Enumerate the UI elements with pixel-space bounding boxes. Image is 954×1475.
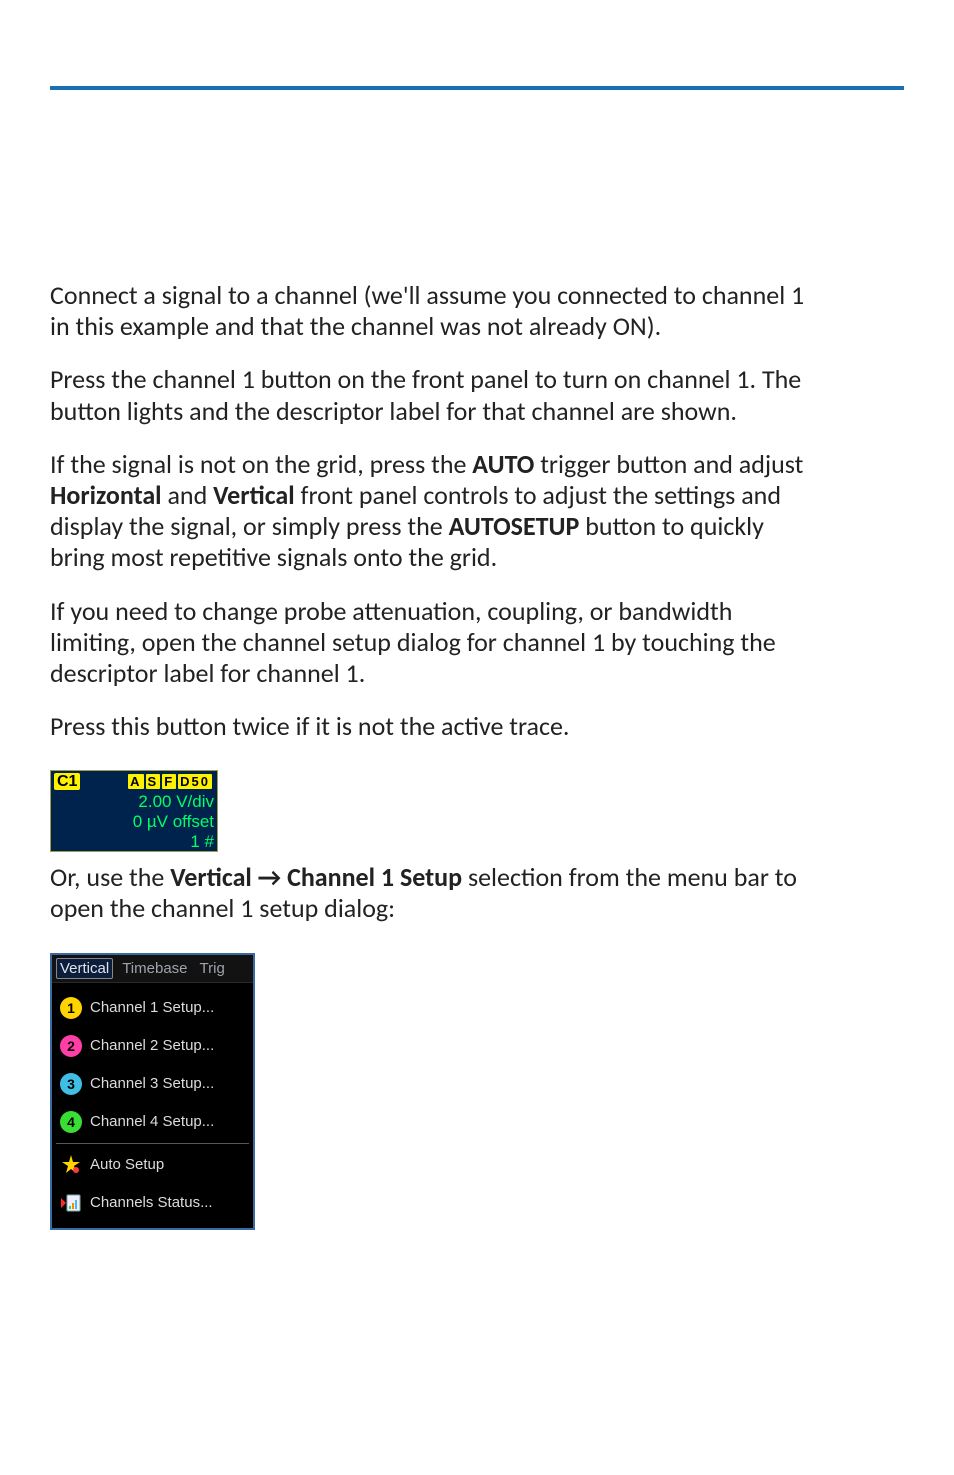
descriptor-row-top: C1 ASFD50 xyxy=(51,771,217,791)
text: If the signal is not on the grid, press … xyxy=(50,448,472,480)
menu-item-label: Auto Setup xyxy=(90,1156,164,1173)
descriptor-hash: 1 # xyxy=(190,832,214,851)
channel-chip: C1 xyxy=(54,773,80,790)
header-accent-bar xyxy=(50,86,904,90)
menu-item-label: Channels Status... xyxy=(90,1194,213,1211)
bold-channel1-setup: Channel 1 Setup xyxy=(287,861,462,893)
descriptor-row-hash: 1 # xyxy=(51,831,217,851)
text: and xyxy=(162,479,214,511)
text: trigger button and adjust xyxy=(534,448,803,480)
arrow-right-icon: → xyxy=(252,861,287,893)
menu-item-channel3-setup[interactable]: 3 Channel 3 Setup... xyxy=(52,1065,253,1103)
badge-s: S xyxy=(146,774,161,789)
auto-setup-icon xyxy=(60,1154,82,1176)
descriptor-row-offset: 0 µV offset xyxy=(51,811,217,831)
channel-2-icon: 2 xyxy=(60,1035,82,1057)
bold-autosetup: AUTOSETUP xyxy=(449,510,580,542)
text: Or, use the xyxy=(50,861,170,893)
paragraph-auto-trigger: If the signal is not on the grid, press … xyxy=(50,449,820,574)
tab-trig[interactable]: Trig xyxy=(197,959,228,978)
menu-item-label: Channel 1 Setup... xyxy=(90,999,214,1016)
menu-item-label: Channel 2 Setup... xyxy=(90,1037,214,1054)
channel-4-icon: 4 xyxy=(60,1111,82,1133)
menu-tabs: Vertical Timebase Trig xyxy=(52,955,253,983)
paragraph-change-probe: If you need to change probe attenuation,… xyxy=(50,596,820,690)
paragraph-press-twice: Press this button twice if it is not the… xyxy=(50,711,820,742)
paragraph-press-channel: Press the channel 1 button on the front … xyxy=(50,364,820,426)
descriptor-row-vdiv: 2.00 V/div xyxy=(51,791,217,811)
channel-1-icon: 1 xyxy=(60,997,82,1019)
menu-item-auto-setup[interactable]: Auto Setup xyxy=(52,1146,253,1184)
menu-item-label: Channel 4 Setup... xyxy=(90,1113,214,1130)
menu-separator xyxy=(56,1143,249,1144)
bold-auto: AUTO xyxy=(472,448,534,480)
bold-vertical-menu: Vertical xyxy=(170,861,252,893)
menu-item-label: Channel 3 Setup... xyxy=(90,1075,214,1092)
paragraph-intro: Connect a signal to a channel (we'll ass… xyxy=(50,280,820,342)
badge-d50: D50 xyxy=(178,774,212,789)
menu-item-channel2-setup[interactable]: 2 Channel 2 Setup... xyxy=(52,1027,253,1065)
descriptor-vdiv: 2.00 V/div xyxy=(138,792,214,811)
vertical-menu: Vertical Timebase Trig 1 Channel 1 Setup… xyxy=(50,953,255,1230)
channel-descriptor-label[interactable]: C1 ASFD50 2.00 V/div 0 µV offset 1 # xyxy=(50,770,218,852)
tab-timebase[interactable]: Timebase xyxy=(119,959,190,978)
descriptor-offset: 0 µV offset xyxy=(133,812,214,831)
menu-item-channel4-setup[interactable]: 4 Channel 4 Setup... xyxy=(52,1103,253,1141)
menu-item-channels-status[interactable]: Channels Status... xyxy=(52,1184,253,1222)
menu-items: 1 Channel 1 Setup... 2 Channel 2 Setup..… xyxy=(52,983,253,1228)
bold-horizontal: Horizontal xyxy=(50,479,162,511)
bold-vertical: Vertical xyxy=(213,479,295,511)
channel-3-icon: 3 xyxy=(60,1073,82,1095)
channels-status-icon xyxy=(60,1192,82,1214)
menu-item-channel1-setup[interactable]: 1 Channel 1 Setup... xyxy=(52,989,253,1027)
badge-a: A xyxy=(128,774,143,789)
badge-f: F xyxy=(162,774,176,789)
tab-vertical[interactable]: Vertical xyxy=(56,958,113,979)
document-body: Connect a signal to a channel (we'll ass… xyxy=(50,280,820,1230)
paragraph-or-use-menu: Or, use the Vertical → Channel 1 Setup s… xyxy=(50,862,820,924)
descriptor-badges: ASFD50 xyxy=(128,772,214,791)
